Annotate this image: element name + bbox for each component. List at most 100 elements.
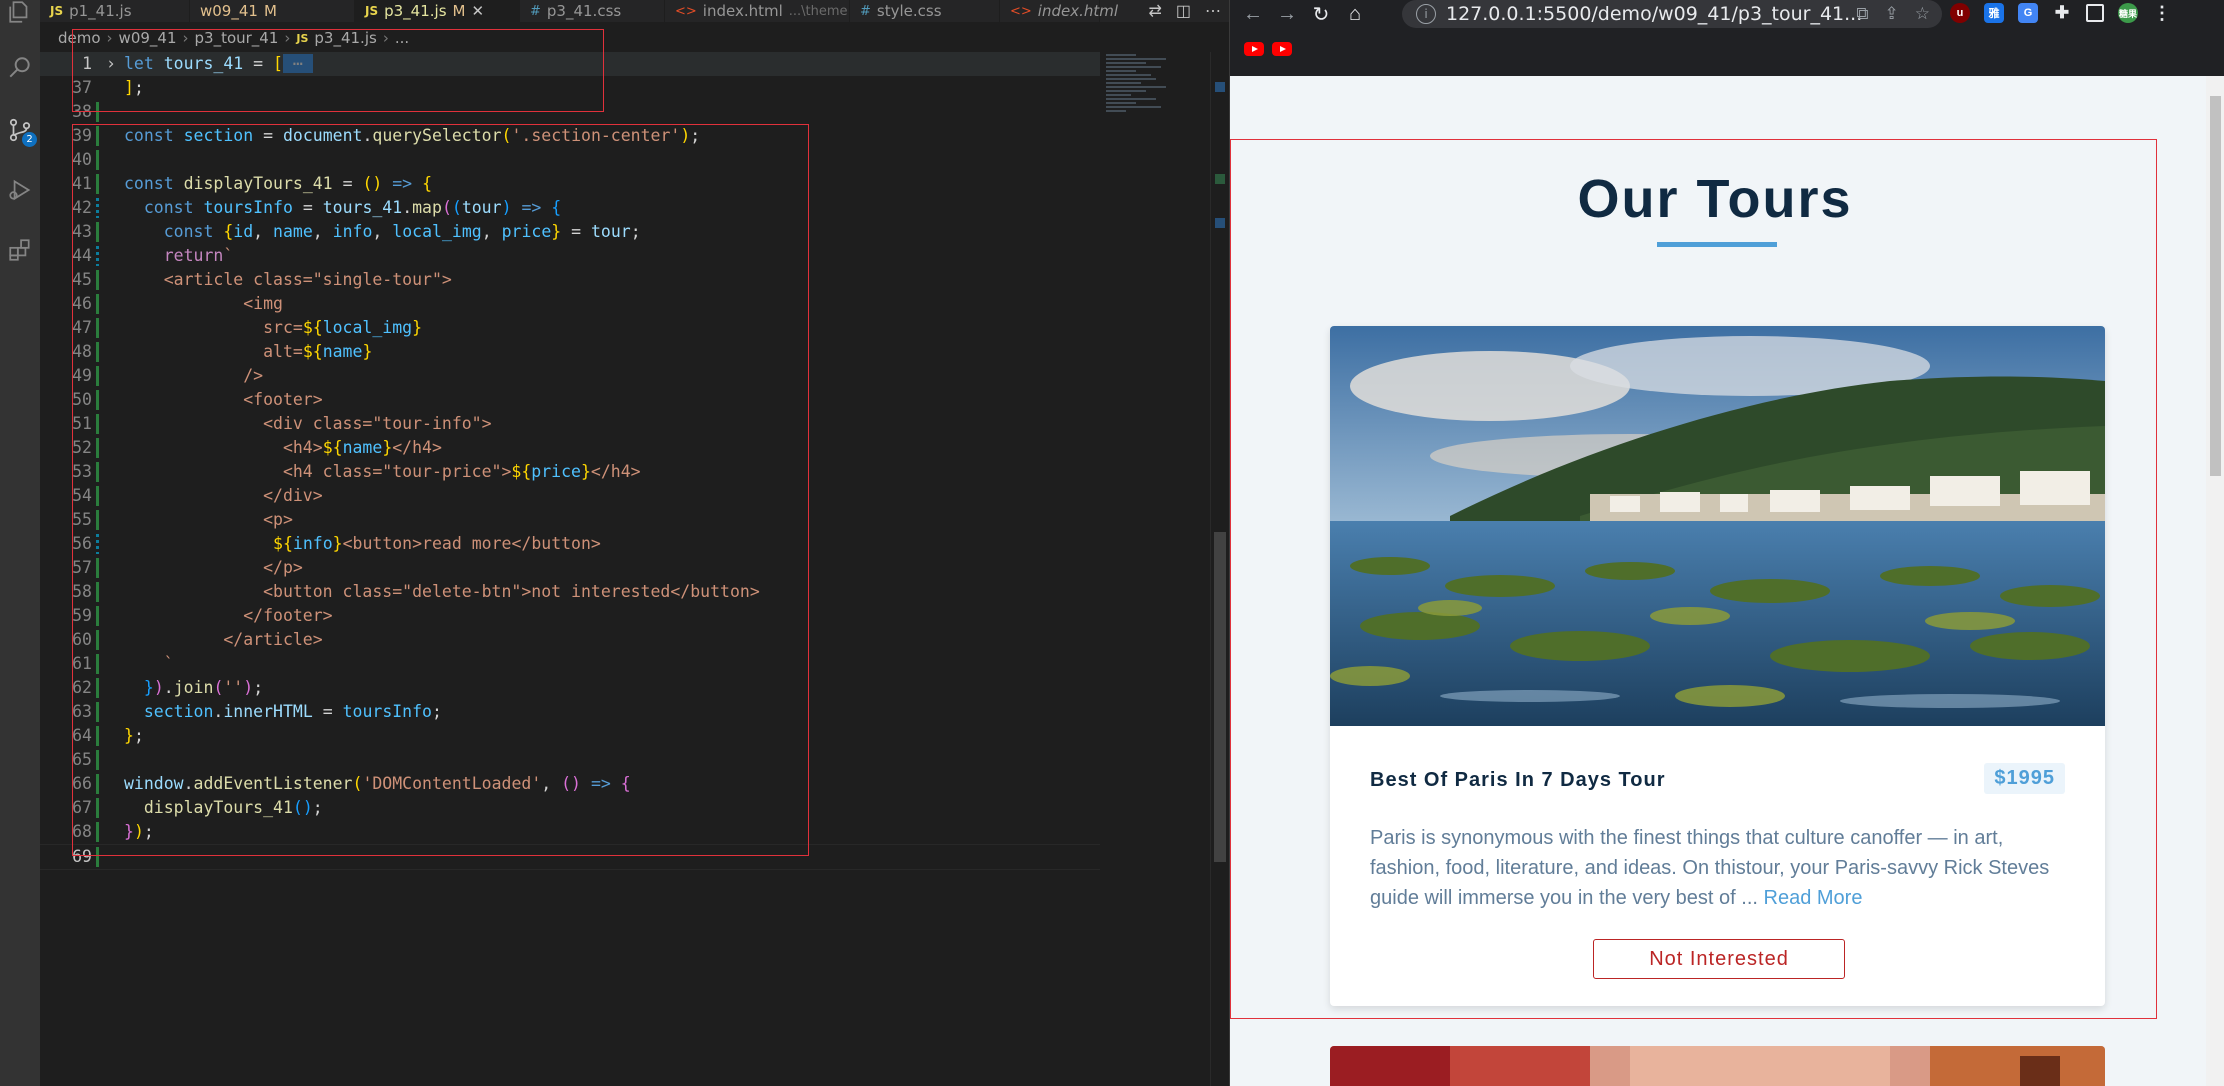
- code-line: 49 />: [72, 366, 264, 386]
- read-more-button[interactable]: Read More: [1764, 887, 1863, 909]
- not-interested-button[interactable]: Not Interested: [1593, 939, 1845, 979]
- chevron-right-icon: ›: [382, 29, 389, 47]
- translate-icon[interactable]: ⧉: [1856, 4, 1868, 24]
- html-file-icon: <>: [675, 3, 697, 19]
- code-line: 67 displayTours_41();: [72, 798, 323, 818]
- youtube-bookmark-icon[interactable]: [1272, 42, 1292, 56]
- tour-image: [1330, 326, 2105, 726]
- split-editor-icon[interactable]: ◫: [1176, 1, 1191, 21]
- code-line: 59 </footer>: [72, 606, 333, 626]
- html-file-icon: <>: [1010, 3, 1032, 19]
- tour-image: [1330, 1046, 2105, 1086]
- code-line: 1 › let tours_41 = [ ⋯: [40, 52, 1100, 76]
- code-line: 55 <p>: [72, 510, 293, 530]
- editor-actions: ⇄ ◫ ⋯: [1148, 0, 1221, 22]
- scm-badge: 2: [22, 132, 37, 147]
- code-line: 56 ${info}<button>read more</button>: [72, 534, 601, 554]
- activity-bar: 2: [0, 0, 40, 1086]
- title-underline: [1657, 242, 1777, 247]
- breadcrumb-item[interactable]: p3_tour_41: [195, 29, 279, 47]
- tab-index-html-theme[interactable]: <> index.html ...\theme: [665, 0, 850, 22]
- youtube-bookmark-icon[interactable]: [1244, 42, 1264, 56]
- bookmark-star-icon[interactable]: ☆: [1915, 4, 1930, 24]
- home-icon[interactable]: ⌂: [1338, 0, 1372, 28]
- puzzle-icon[interactable]: ✚: [2052, 3, 2072, 23]
- extensions-icon[interactable]: [0, 230, 40, 270]
- browser-scrollbar[interactable]: [2206, 76, 2224, 1086]
- tab-label: index.html: [702, 2, 783, 20]
- tab-p1-js[interactable]: JS p1_41.js: [40, 0, 190, 22]
- page-title: Our Tours: [1577, 169, 1853, 229]
- chevron-right-icon: ›: [284, 29, 291, 47]
- profile-avatar[interactable]: 糖果: [2118, 3, 2138, 23]
- code-line: 50 <footer>: [72, 390, 323, 410]
- tab-p3-js[interactable]: JS p3_41.js M ✕: [355, 0, 520, 22]
- code-editor: 2 JS p1_41.js w09_41 M JS p3_41.js M ✕ #…: [0, 0, 1229, 1086]
- minimap[interactable]: [1100, 52, 1210, 132]
- breadcrumb-item[interactable]: demo: [58, 29, 101, 47]
- tab-w09-41[interactable]: w09_41 M: [190, 0, 355, 22]
- tab-path-hint: ...\theme: [788, 3, 848, 19]
- tab-style-css[interactable]: # style.css: [850, 0, 1000, 22]
- js-file-icon: JS: [50, 4, 64, 18]
- tab-label: style.css: [876, 2, 942, 20]
- code-line: 41 const displayTours_41 = () => {: [72, 174, 432, 194]
- code-line: 38: [40, 100, 1100, 124]
- more-actions-icon[interactable]: ⋯: [1205, 1, 1221, 21]
- browser-menu-icon[interactable]: ⋮: [2152, 3, 2172, 23]
- tour-card-next: [1330, 1046, 2105, 1086]
- chevron-right-icon: ›: [182, 29, 189, 47]
- chevron-right-icon: ›: [106, 29, 113, 47]
- breadcrumb-item[interactable]: w09_41: [119, 29, 177, 47]
- site-info-icon[interactable]: i: [1416, 4, 1436, 24]
- css-file-icon: #: [860, 3, 871, 19]
- code-line: 61 `: [72, 654, 174, 674]
- browser-window: ← → ↻ ⌂ i 127.0.0.1:5500/demo/w09_41/p3_…: [1229, 0, 2224, 1086]
- code-line: 69: [40, 844, 1100, 870]
- code-line: 60 </article>: [72, 630, 323, 650]
- close-icon[interactable]: ✕: [471, 2, 484, 20]
- scrollbar-thumb[interactable]: [1214, 532, 1226, 862]
- tour-name: Best Of Paris In 7 Days Tour: [1370, 769, 1666, 791]
- side-panel-icon[interactable]: [2086, 4, 2104, 22]
- code-line: 58 <button class="delete-btn">not intere…: [72, 582, 760, 602]
- tab-p3-css[interactable]: # p3_41.css: [520, 0, 665, 22]
- ublock-icon[interactable]: u: [1950, 3, 1970, 23]
- url-text: 127.0.0.1:5500/demo/w09_41/p3_tour_41...: [1446, 3, 1863, 25]
- google-translate-icon[interactable]: G: [2018, 3, 2038, 23]
- run-debug-icon[interactable]: [0, 170, 40, 210]
- code-line: 62 }).join('');: [72, 678, 264, 698]
- search-icon[interactable]: [0, 48, 40, 88]
- code-line: 66 window.addEventListener('DOMContentLoa…: [72, 774, 631, 794]
- editor-scrollbar[interactable]: [1210, 52, 1229, 1086]
- back-icon[interactable]: ←: [1236, 0, 1270, 28]
- code-line: 39 const section = document.querySelector…: [72, 126, 701, 146]
- scrollbar-thumb[interactable]: [2210, 96, 2221, 476]
- js-file-icon: JS: [365, 4, 379, 18]
- breadcrumb-item[interactable]: p3_41.js: [314, 29, 376, 47]
- share-icon[interactable]: ⇪: [1885, 4, 1899, 24]
- address-bar[interactable]: i 127.0.0.1:5500/demo/w09_41/p3_tour_41.…: [1402, 0, 1942, 28]
- yahoo-dict-icon[interactable]: 雅: [1984, 3, 2004, 23]
- code-line: 37];: [72, 78, 144, 97]
- js-file-icon: JS: [296, 31, 309, 45]
- modified-indicator: M: [452, 2, 466, 20]
- compare-icon[interactable]: ⇄: [1148, 1, 1161, 21]
- tab-label: p3_41.css: [546, 2, 622, 20]
- source-control-icon[interactable]: 2: [0, 110, 40, 150]
- explorer-icon[interactable]: [0, 0, 40, 32]
- forward-icon[interactable]: →: [1270, 0, 1304, 28]
- tab-label: w09_41: [200, 2, 258, 20]
- code-line: 51 <div class="tour-info">: [72, 414, 492, 434]
- code-line: 52 <h4>${name}</h4>: [72, 438, 442, 458]
- tour-info-text: Paris is synonymous with the finest thin…: [1370, 827, 2050, 909]
- breadcrumb-item[interactable]: ...: [395, 29, 409, 47]
- code-line: 43 const {id, name, info, local_img, pri…: [72, 222, 641, 242]
- tab-index-html[interactable]: <> index.html: [1000, 0, 1118, 22]
- web-page: Our Tours Best Of Paris In 7 Days Tour $…: [1230, 76, 2224, 1086]
- breadcrumb: demo › w09_41 › p3_tour_41 › JS p3_41.js › .…: [58, 27, 409, 49]
- tab-label: p3_41.js: [384, 2, 447, 20]
- chevron-right-icon[interactable]: ›: [106, 52, 116, 76]
- code-line: 40: [40, 148, 1100, 172]
- reload-icon[interactable]: ↻: [1304, 0, 1338, 28]
